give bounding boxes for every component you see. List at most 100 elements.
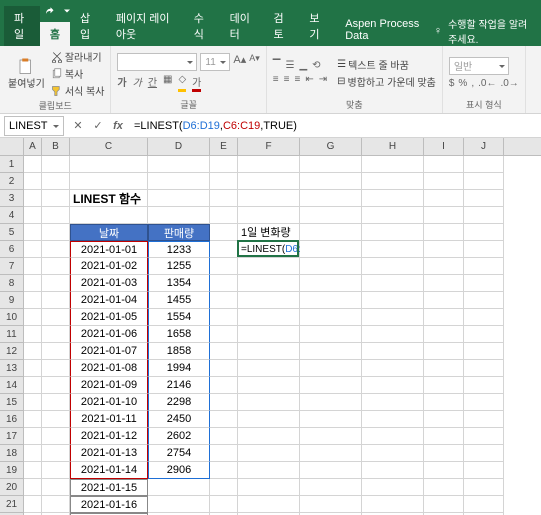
italic-button[interactable]: 가 <box>133 74 142 92</box>
row-header-21[interactable]: 21 <box>0 496 24 513</box>
row-header-12[interactable]: 12 <box>0 343 24 360</box>
row-header-17[interactable]: 17 <box>0 428 24 445</box>
indent-decrease-icon[interactable]: ⇤ <box>305 74 313 85</box>
col-header-G[interactable]: G <box>300 138 362 155</box>
value-cell[interactable]: 2906 <box>148 462 210 479</box>
date-cell[interactable]: 2021-01-01 <box>70 241 148 258</box>
value-cell[interactable]: 2754 <box>148 445 210 462</box>
name-box[interactable]: LINEST <box>4 116 64 136</box>
orientation-icon[interactable]: ⟲ <box>312 60 320 71</box>
value-cell[interactable]: 1255 <box>148 258 210 275</box>
redo-icon[interactable] <box>40 2 58 20</box>
date-cell[interactable]: 2021-01-11 <box>70 411 148 428</box>
date-cell[interactable]: 2021-01-12 <box>70 428 148 445</box>
row-header-1[interactable]: 1 <box>0 156 24 173</box>
cut-button[interactable]: 잘라내기 <box>51 48 105 65</box>
align-left-icon[interactable]: ≡ <box>273 74 279 85</box>
row-header-8[interactable]: 8 <box>0 275 24 292</box>
tab-addin[interactable]: Aspen Process Data <box>335 14 434 46</box>
date-cell[interactable]: 2021-01-15 <box>70 479 148 496</box>
tab-review[interactable]: 검토 <box>263 6 299 46</box>
value-cell[interactable]: 1455 <box>148 292 210 309</box>
increase-font-icon[interactable]: A▴ <box>233 53 246 71</box>
row-header-2[interactable]: 2 <box>0 173 24 190</box>
tab-data[interactable]: 데이터 <box>220 6 264 46</box>
row-header-11[interactable]: 11 <box>0 326 24 343</box>
row-header-10[interactable]: 10 <box>0 309 24 326</box>
label-daily-change[interactable]: 1일 변화량 <box>238 224 300 241</box>
row-header-16[interactable]: 16 <box>0 411 24 428</box>
row-header-3[interactable]: 3 <box>0 190 24 207</box>
row-header-20[interactable]: 20 <box>0 479 24 496</box>
value-cell[interactable]: 2602 <box>148 428 210 445</box>
col-header-I[interactable]: I <box>424 138 464 155</box>
date-cell[interactable]: 2021-01-03 <box>70 275 148 292</box>
row-header-5[interactable]: 5 <box>0 224 24 241</box>
tab-formulas[interactable]: 수식 <box>184 6 220 46</box>
tab-home[interactable]: 홈 <box>40 22 70 46</box>
row-header-19[interactable]: 19 <box>0 462 24 479</box>
tell-me-input[interactable]: 수행할 작업을 알려 주세요. <box>448 16 533 46</box>
fill-color-button[interactable]: ◇ <box>178 74 186 92</box>
tab-file[interactable]: 파일 <box>4 6 40 46</box>
date-cell[interactable]: 2021-01-08 <box>70 360 148 377</box>
spreadsheet-grid[interactable]: ABCDEFGHIJ123LINEST 함수45날짜판매량1일 변화량62021… <box>0 138 541 515</box>
select-all-corner[interactable] <box>0 138 24 155</box>
row-header-15[interactable]: 15 <box>0 394 24 411</box>
copy-button[interactable]: 복사 <box>51 65 105 82</box>
row-header-7[interactable]: 7 <box>0 258 24 275</box>
col-header-C[interactable]: C <box>70 138 148 155</box>
header-date[interactable]: 날짜 <box>70 224 148 241</box>
percent-icon[interactable]: % <box>458 78 467 89</box>
font-size-combo[interactable]: 11 <box>200 53 230 71</box>
date-cell[interactable]: 2021-01-16 <box>70 496 148 513</box>
format-painter-button[interactable]: 서식 복사 <box>51 82 105 99</box>
date-cell[interactable]: 2021-01-14 <box>70 462 148 479</box>
col-header-E[interactable]: E <box>210 138 238 155</box>
title-cell[interactable]: LINEST 함수 <box>70 190 148 207</box>
date-cell[interactable]: 2021-01-13 <box>70 445 148 462</box>
formula-input[interactable]: =LINEST(D6:D19, C6:C19, TRUE) <box>128 116 541 136</box>
date-cell[interactable]: 2021-01-07 <box>70 343 148 360</box>
row-header-18[interactable]: 18 <box>0 445 24 462</box>
increase-decimal-icon[interactable]: .0← <box>478 78 496 89</box>
decrease-font-icon[interactable]: A▾ <box>249 53 260 71</box>
col-header-F[interactable]: F <box>238 138 300 155</box>
paste-button[interactable]: 붙여넣기 <box>6 55 47 92</box>
align-center-icon[interactable]: ≡ <box>284 74 290 85</box>
bold-button[interactable]: 가 <box>117 74 126 92</box>
row-header-4[interactable]: 4 <box>0 207 24 224</box>
row-header-13[interactable]: 13 <box>0 360 24 377</box>
number-format-combo[interactable]: 일반 <box>449 57 509 75</box>
value-cell[interactable]: 1658 <box>148 326 210 343</box>
col-header-H[interactable]: H <box>362 138 424 155</box>
comma-icon[interactable]: , <box>471 78 474 89</box>
row-header-14[interactable]: 14 <box>0 377 24 394</box>
merge-center-button[interactable]: ⊟병합하고 가운데 맞춤 <box>337 73 436 90</box>
align-bottom-icon[interactable]: ▁ <box>299 60 307 71</box>
value-cell[interactable]: 1994 <box>148 360 210 377</box>
tab-page-layout[interactable]: 페이지 레이아웃 <box>106 6 184 46</box>
header-sales[interactable]: 판매량 <box>148 224 210 241</box>
date-cell[interactable]: 2021-01-10 <box>70 394 148 411</box>
font-name-combo[interactable] <box>117 53 197 71</box>
col-header-J[interactable]: J <box>464 138 504 155</box>
font-color-button[interactable]: 가 <box>192 74 201 92</box>
row-header-9[interactable]: 9 <box>0 292 24 309</box>
align-right-icon[interactable]: ≡ <box>294 74 300 85</box>
date-cell[interactable]: 2021-01-09 <box>70 377 148 394</box>
value-cell[interactable]: 2298 <box>148 394 210 411</box>
decrease-decimal-icon[interactable]: .0→ <box>500 78 518 89</box>
col-header-B[interactable]: B <box>42 138 70 155</box>
date-cell[interactable]: 2021-01-02 <box>70 258 148 275</box>
cancel-formula-button[interactable]: ✕ <box>68 116 88 136</box>
date-cell[interactable]: 2021-01-06 <box>70 326 148 343</box>
active-cell-formula[interactable]: =LINEST(D6:D19, C6:C19, TRUE)③ <box>238 241 300 258</box>
underline-button[interactable]: 간 <box>148 74 157 92</box>
value-cell[interactable]: 1233 <box>148 241 210 258</box>
tab-view[interactable]: 보기 <box>299 6 335 46</box>
value-cell[interactable]: 2450 <box>148 411 210 428</box>
value-cell[interactable]: 2146 <box>148 377 210 394</box>
wrap-text-button[interactable]: ☰텍스트 줄 바꿈 <box>337 56 436 73</box>
row-header-6[interactable]: 6 <box>0 241 24 258</box>
